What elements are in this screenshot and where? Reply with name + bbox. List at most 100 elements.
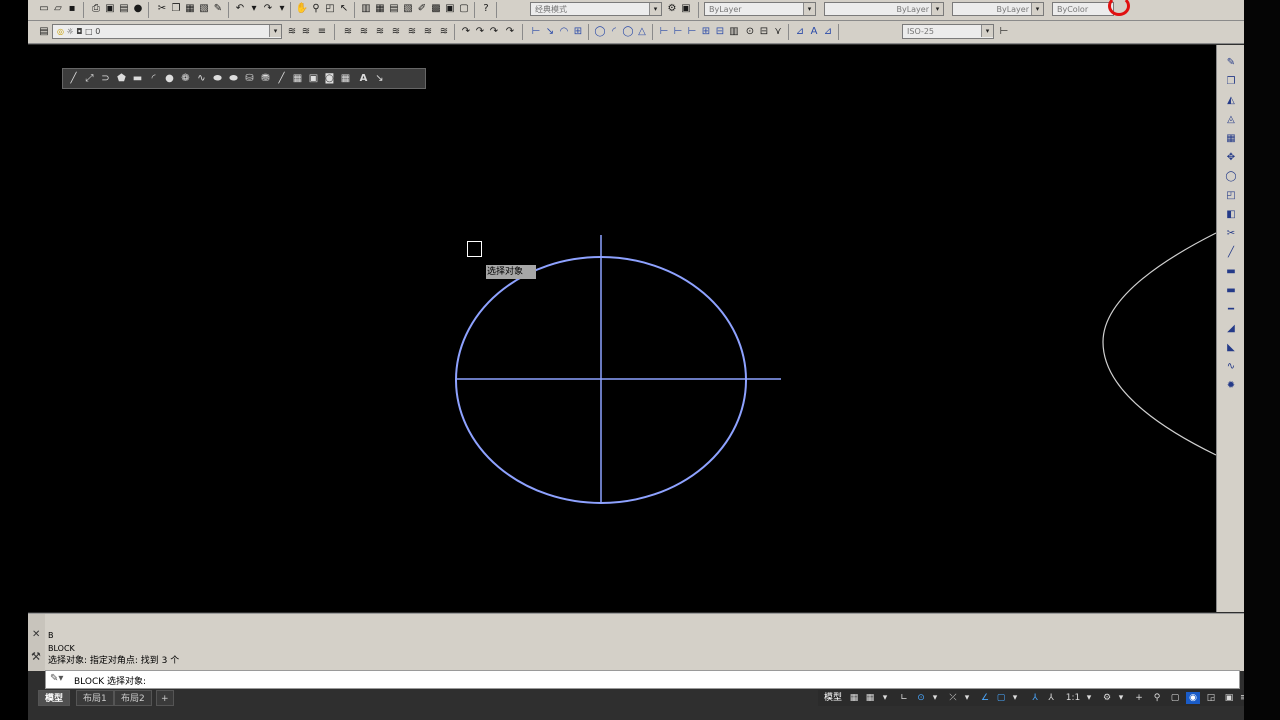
tab-add[interactable]: + <box>156 690 174 706</box>
grid-icon[interactable]: ▦ <box>848 692 860 704</box>
layer-isolate-icon[interactable]: ≋ <box>342 26 354 38</box>
zoom-window-icon[interactable]: ◰ <box>324 3 336 15</box>
design-center-icon[interactable]: ▦ <box>374 3 386 15</box>
make-current-layer-icon[interactable]: ≋ <box>286 26 298 38</box>
workspace-dropdown-icon[interactable]: ▾ <box>1116 692 1126 704</box>
redo-icon[interactable]: ↷ <box>262 3 274 15</box>
snap-icon[interactable]: ▦ <box>864 692 876 704</box>
layer-manager-icon[interactable]: ▤ <box>38 26 50 38</box>
mirror-icon[interactable]: ◭ <box>1224 93 1238 107</box>
model-space-button[interactable]: 模型 <box>822 692 844 704</box>
layer-previous-icon[interactable]: ≋ <box>300 26 312 38</box>
polyline-icon[interactable]: ⊃ <box>99 71 112 85</box>
paste-special-icon[interactable]: ▧ <box>198 3 210 15</box>
object-snap-dropdown-icon[interactable]: ▾ <box>1010 692 1020 704</box>
linetype-select[interactable]: ByLayer ▾ <box>824 2 944 16</box>
copy-icon[interactable]: ❐ <box>170 3 182 15</box>
command-window-handle[interactable]: ✕ ⚒ <box>28 614 45 671</box>
radius-dimension-icon[interactable]: ◯ <box>594 26 606 38</box>
dimension-update-icon[interactable]: ⊿ <box>822 26 834 38</box>
move-icon[interactable]: ✥ <box>1224 150 1238 164</box>
object-snap-tracking-icon[interactable]: ∠ <box>978 692 992 704</box>
quick-properties-icon[interactable]: ▢ <box>1168 692 1182 704</box>
hatch-icon[interactable]: ▦ <box>291 71 304 85</box>
ellipse-icon[interactable]: ⬬ <box>211 71 224 85</box>
quick-dimension-icon[interactable]: ⊢ <box>658 26 670 38</box>
lineweight-select[interactable]: ByLayer ▾ <box>952 2 1044 16</box>
print-preview-icon[interactable]: ▣ <box>104 3 116 15</box>
isolate-objects-icon[interactable]: ◲ <box>1204 692 1218 704</box>
dimension-space-icon[interactable]: ⊞ <box>700 26 712 38</box>
aligned-dimension-icon[interactable]: ↘ <box>544 26 556 38</box>
match-properties-icon[interactable]: ✎ <box>212 3 224 15</box>
revision-cloud-icon[interactable]: ❁ <box>179 71 192 85</box>
tool-palettes-icon[interactable]: ▤ <box>388 3 400 15</box>
fillet-icon[interactable]: ◣ <box>1224 340 1238 354</box>
copy-object-icon[interactable]: ❐ <box>1224 74 1238 88</box>
block-editor-icon[interactable]: ▢ <box>458 3 470 15</box>
tab-model[interactable]: 模型 <box>38 690 71 706</box>
redo-dropdown-icon[interactable]: ▾ <box>276 3 288 15</box>
scale-dropdown-icon[interactable]: ▾ <box>1084 692 1094 704</box>
zoom-realtime-icon[interactable]: ⚲ <box>310 3 322 15</box>
layer-delete-icon[interactable]: ↷ <box>504 26 516 38</box>
center-mark-icon[interactable]: ⊙ <box>744 26 756 38</box>
extend-icon[interactable]: ╱ <box>1224 245 1238 259</box>
spline-icon[interactable]: ∿ <box>195 71 208 85</box>
workspace-settings-icon[interactable]: ⚙ <box>666 3 678 15</box>
offset-icon[interactable]: ◬ <box>1224 112 1238 126</box>
change-layer-icon[interactable]: ↷ <box>474 26 486 38</box>
rotate-icon[interactable]: ◯ <box>1224 169 1238 183</box>
isometric-icon[interactable]: ⤫ <box>946 692 960 704</box>
multiline-text-icon[interactable]: A <box>357 71 370 85</box>
layer-off-icon[interactable]: ≋ <box>390 26 402 38</box>
region-icon[interactable]: ◙ <box>323 71 336 85</box>
layer-state-icon[interactable]: ≡ <box>316 26 328 38</box>
auto-scale-icon[interactable]: ⅄ <box>1044 692 1058 704</box>
markup-icon[interactable]: ✐ <box>416 3 428 15</box>
ortho-icon[interactable]: ∟ <box>898 692 910 704</box>
table-icon[interactable]: ▦ <box>339 71 352 85</box>
angular-dimension-icon[interactable]: △ <box>636 26 648 38</box>
lock-ui-icon[interactable]: ◉ <box>1186 692 1200 704</box>
dimension-text-edit-icon[interactable]: A <box>808 26 820 38</box>
properties-icon[interactable]: ▥ <box>360 3 372 15</box>
gradient-icon[interactable]: ▣ <box>307 71 320 85</box>
polar-dropdown-icon[interactable]: ▾ <box>930 692 940 704</box>
dimension-style-icon[interactable]: ⊢ <box>998 26 1010 38</box>
annotation-visibility-icon[interactable]: ⅄ <box>1028 692 1042 704</box>
jogged-linear-icon[interactable]: ⋎ <box>772 26 784 38</box>
stretch-icon[interactable]: ◧ <box>1224 207 1238 221</box>
line-icon[interactable]: ╱ <box>67 71 80 85</box>
workspace-switch-icon[interactable]: ⚙ <box>1100 692 1114 704</box>
match-layer-icon[interactable]: ↷ <box>460 26 472 38</box>
ellipse-arc-icon[interactable]: ⬬ <box>227 71 240 85</box>
close-icon[interactable]: ✕ <box>32 629 40 640</box>
zoom-previous-icon[interactable]: ↖ <box>338 3 350 15</box>
open-file-icon[interactable]: ▱ <box>52 3 64 15</box>
point-icon[interactable]: ╱ <box>275 71 288 85</box>
dimension-style-select[interactable]: ISO-25 ▾ <box>902 24 994 39</box>
drawing-canvas[interactable]: ╱ ⤢ ⊃ ⬟ ▬ ◜ ● ❁ ∿ ⬬ ⬬ ⛁ ⛃ ╱ ▦ ▣ ◙ ▦ A ↘ … <box>28 45 1216 612</box>
arc-length-icon[interactable]: ◠ <box>558 26 570 38</box>
publish-icon[interactable]: ▤ <box>118 3 130 15</box>
layer-select[interactable]: ◎ ☼ ◘ □ 0 ▾ <box>52 24 282 39</box>
explode-icon[interactable]: ✹ <box>1224 378 1238 392</box>
blend-curves-icon[interactable]: ∿ <box>1224 359 1238 373</box>
print-icon[interactable]: ⎙ <box>90 3 102 15</box>
array-icon[interactable]: ▦ <box>1224 131 1238 145</box>
cut-icon[interactable]: ✂ <box>156 3 168 15</box>
chamfer-icon[interactable]: ◢ <box>1224 321 1238 335</box>
rectangle-icon[interactable]: ▬ <box>131 71 144 85</box>
copy-to-layer-icon[interactable]: ↷ <box>488 26 500 38</box>
calculator-icon[interactable]: ▩ <box>430 3 442 15</box>
continue-dimension-icon[interactable]: ⊢ <box>686 26 698 38</box>
undo-icon[interactable]: ↶ <box>234 3 246 15</box>
baseline-dimension-icon[interactable]: ⊢ <box>672 26 684 38</box>
polygon-icon[interactable]: ⬟ <box>115 71 128 85</box>
command-pen-icon[interactable]: ✎▾ <box>50 673 63 684</box>
jogged-dimension-icon[interactable]: ◜ <box>608 26 620 38</box>
save-icon[interactable]: ▪ <box>66 3 78 15</box>
add-selected-icon[interactable]: ↘ <box>373 71 386 85</box>
clean-screen-icon[interactable]: ▣ <box>1222 692 1236 704</box>
